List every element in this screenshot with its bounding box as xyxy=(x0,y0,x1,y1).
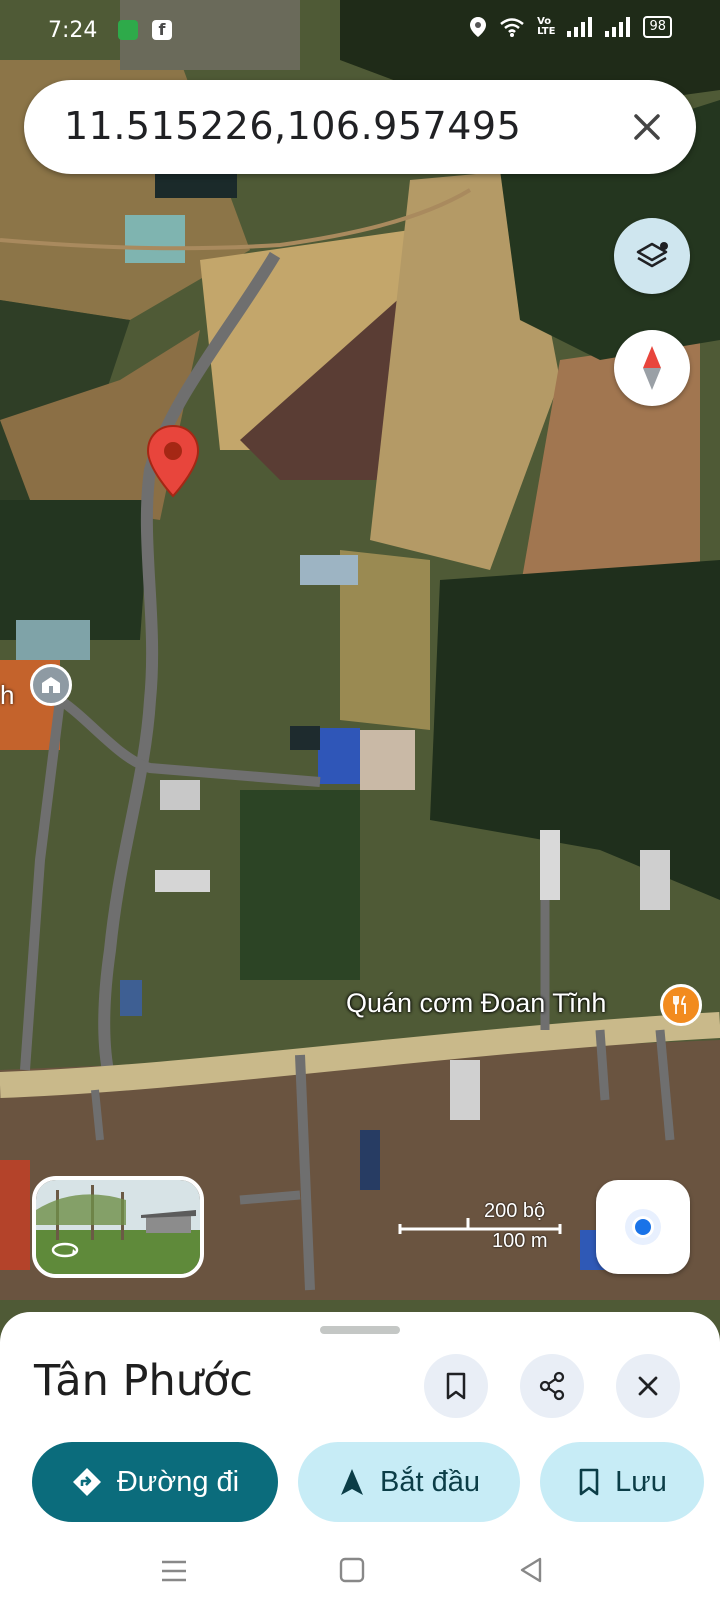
search-query[interactable]: 11.515226,106.957495 xyxy=(64,104,521,148)
fork-knife-icon xyxy=(673,995,686,1014)
share-icon xyxy=(539,1371,565,1401)
close-search-icon[interactable] xyxy=(626,106,668,148)
shield-app-icon xyxy=(118,20,138,40)
street-view-thumbnail[interactable] xyxy=(32,1176,204,1278)
layers-icon xyxy=(636,242,668,268)
back-icon[interactable] xyxy=(518,1556,544,1584)
navigation-arrow-icon xyxy=(341,1469,363,1495)
rotate-360-icon xyxy=(51,1242,79,1258)
bookmark-icon xyxy=(446,1372,466,1400)
directions-label: Đường đi xyxy=(116,1465,240,1498)
my-location-icon xyxy=(625,1209,661,1245)
temple-poi-marker[interactable] xyxy=(30,664,72,706)
location-status-icon xyxy=(470,17,487,37)
restaurant-poi-marker[interactable] xyxy=(660,984,702,1026)
restaurant-poi-label[interactable]: Quán cơm Đoan Tĩnh xyxy=(346,988,606,1019)
close-sheet-button[interactable] xyxy=(616,1354,680,1418)
place-label-partial: h xyxy=(0,680,15,710)
start-button[interactable]: Bắt đầu xyxy=(298,1442,520,1522)
status-bar: 7:24 f Vo LTE 98 xyxy=(0,0,720,64)
signal-2-icon xyxy=(605,17,631,37)
facebook-icon: f xyxy=(152,20,172,40)
place-title: Tân Phước xyxy=(34,1356,253,1406)
status-icons: Vo LTE 98 xyxy=(469,16,672,38)
scale-meters-label: 100 m xyxy=(492,1230,548,1252)
temple-icon xyxy=(42,677,60,693)
close-icon xyxy=(638,1376,658,1396)
my-location-button[interactable] xyxy=(596,1180,690,1274)
bookmark-icon xyxy=(579,1468,599,1496)
signal-1-icon xyxy=(567,17,593,37)
home-icon[interactable] xyxy=(338,1556,366,1584)
directions-button[interactable]: Đường đi xyxy=(32,1442,278,1522)
save-icon-button[interactable] xyxy=(424,1354,488,1418)
recents-icon[interactable] xyxy=(160,1558,188,1584)
compass-button[interactable] xyxy=(614,330,690,406)
compass-icon xyxy=(643,346,661,390)
save-label: Lưu xyxy=(615,1465,667,1498)
location-pin-icon[interactable] xyxy=(146,424,200,498)
status-time: 7:24 xyxy=(48,18,98,43)
battery-indicator: 98 xyxy=(643,16,672,38)
search-bar[interactable]: 11.515226,106.957495 xyxy=(24,80,696,174)
sheet-drag-handle[interactable] xyxy=(320,1326,400,1334)
layers-button[interactable] xyxy=(614,218,690,294)
start-label: Bắt đầu xyxy=(380,1465,480,1498)
share-button[interactable] xyxy=(520,1354,584,1418)
system-nav-bar xyxy=(0,1530,720,1612)
directions-icon xyxy=(72,1468,101,1496)
save-button[interactable]: Lưu xyxy=(540,1442,704,1522)
wifi-icon xyxy=(500,18,524,37)
scale-feet-label: 200 bộ xyxy=(484,1200,546,1222)
volte-icon: Vo LTE xyxy=(537,16,556,37)
map-scale: 200 bộ 100 m xyxy=(400,1200,560,1256)
